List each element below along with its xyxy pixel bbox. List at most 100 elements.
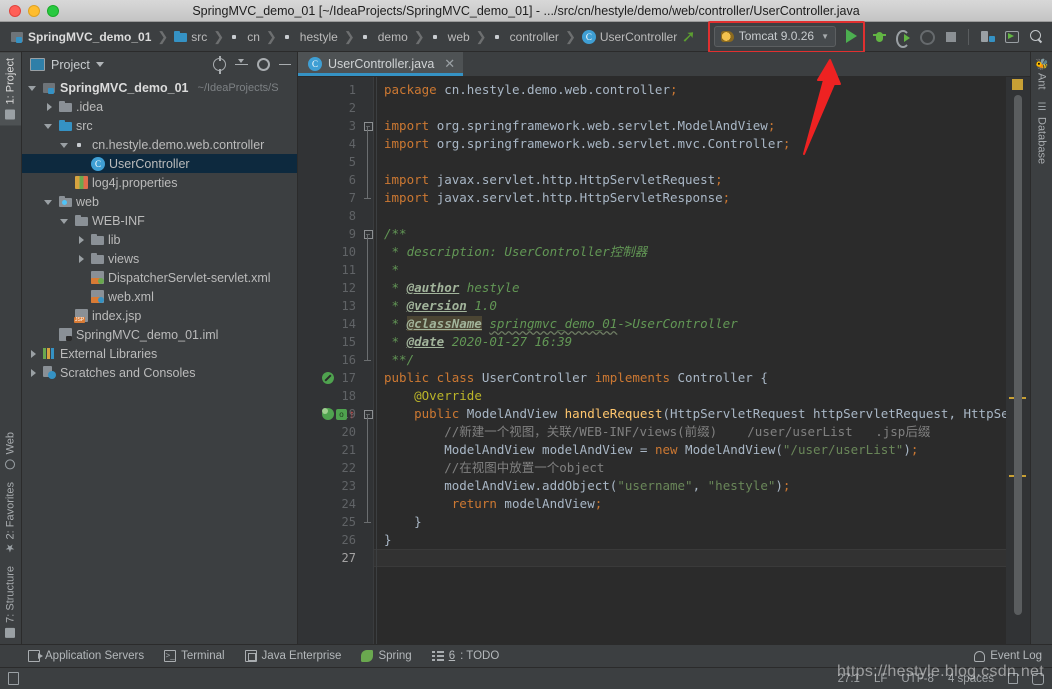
tree-node-usercontroller[interactable]: UserController	[22, 154, 297, 173]
event-log-button[interactable]: Event Log	[974, 650, 1042, 662]
tree-node-lib[interactable]: lib	[22, 230, 297, 249]
run-button[interactable]	[846, 29, 857, 43]
breadcrumb-item-usercontroller[interactable]: UserController	[579, 26, 680, 48]
back-arrow-icon[interactable]: ➚	[681, 28, 695, 45]
bottom-tool-java-enterprise[interactable]: Java Enterprise	[244, 650, 341, 662]
stop-button[interactable]	[941, 26, 961, 48]
code-line: public ModelAndView handleRequest(HttpSe…	[414, 406, 1006, 421]
minimize-window-button[interactable]	[28, 4, 40, 17]
attach-profiler-button[interactable]	[917, 26, 937, 48]
tree-node-log4j-properties[interactable]: log4j.properties	[22, 173, 297, 192]
window-controls[interactable]	[9, 4, 59, 17]
event-log-icon	[974, 650, 986, 662]
line-separator[interactable]: LF	[874, 673, 887, 685]
file-encoding[interactable]: UTF-8	[901, 673, 934, 685]
error-marker-bar[interactable]	[1006, 77, 1030, 644]
tree-node-index-jsp[interactable]: index.jsp	[22, 306, 297, 325]
run-with-coverage-button[interactable]	[893, 26, 913, 48]
overriding-method-icon[interactable]	[322, 408, 334, 420]
fold-open-icon[interactable]: −	[363, 405, 373, 423]
implemented-interface-icon[interactable]	[322, 372, 334, 384]
line-number: 23	[341, 479, 356, 493]
chevron-closed-icon[interactable]	[28, 367, 39, 378]
tree-node-views[interactable]: views	[22, 249, 297, 268]
tree-node-cn-hestyle-demo-web-controller[interactable]: cn.hestyle.demo.web.controller	[22, 135, 297, 154]
tree-node-web[interactable]: web	[22, 192, 297, 211]
chevron-closed-icon[interactable]	[44, 101, 55, 112]
search-everywhere-button[interactable]	[1026, 26, 1046, 48]
chevron-open-icon[interactable]	[44, 120, 55, 131]
bottom-tool-todo[interactable]: 6: TODO	[431, 650, 499, 662]
document-icon[interactable]	[8, 672, 19, 685]
chevron-down-icon[interactable]: ▼	[821, 32, 829, 41]
gutter-marker[interactable]: o ↑	[322, 405, 356, 423]
sidebar-item-ant[interactable]: 🐝 Ant	[1031, 52, 1052, 96]
fold-open-icon[interactable]: −	[363, 225, 373, 243]
tree-node-label: views	[108, 251, 140, 266]
hide-icon[interactable]	[279, 63, 291, 66]
bottom-tool-terminal[interactable]: Terminal	[164, 650, 225, 662]
tree-node-external-libraries[interactable]: External Libraries	[22, 344, 297, 363]
breadcrumb-item-cn[interactable]: cn	[227, 26, 263, 48]
project-structure-button[interactable]	[978, 26, 998, 48]
tree-node-springmvc-demo-01-iml[interactable]: SpringMVC_demo_01.iml	[22, 325, 297, 344]
tree-node-src[interactable]: src	[22, 116, 297, 135]
sidebar-item-project[interactable]: 1: Project	[0, 52, 21, 126]
breadcrumb-item-controller[interactable]: controller	[490, 26, 562, 48]
bottom-tool-application-servers[interactable]: Application Servers	[28, 650, 144, 662]
gear-icon[interactable]	[257, 58, 270, 71]
collapse-all-icon[interactable]	[235, 58, 248, 71]
tab-usercontroller-java[interactable]: UserController.java ✕	[298, 52, 464, 76]
caret-position[interactable]: 27:1	[838, 673, 860, 685]
locate-icon[interactable]	[213, 56, 226, 74]
inspection-status-icon[interactable]	[1012, 79, 1023, 90]
sidebar-item-web[interactable]: Web	[0, 426, 21, 475]
breadcrumb-item-web[interactable]: web	[428, 26, 473, 48]
code-text[interactable]: package cn.hestyle.demo.web.controller; …	[374, 77, 1006, 644]
breadcrumb-item-springmvc-demo-01[interactable]: SpringMVC_demo_01	[8, 26, 154, 48]
tree-node-springmvc-demo-01[interactable]: SpringMVC_demo_01 ~/IdeaProjects/S	[22, 78, 297, 97]
code-folding-gutter[interactable]: − − −	[362, 77, 374, 644]
sidebar-item-database[interactable]: ☰ Database	[1031, 96, 1052, 170]
line-number: 2	[348, 101, 356, 115]
implementing-method-icon[interactable]: o	[336, 408, 347, 420]
chevron-closed-icon[interactable]	[28, 348, 39, 359]
breadcrumb-item-src[interactable]: src	[171, 26, 210, 48]
preview-button[interactable]	[1002, 26, 1022, 48]
run-configuration-selector[interactable]: Tomcat 9.0.26 ▼	[713, 25, 836, 47]
sidebar-item-favorites[interactable]: ★ 2: Favorites	[0, 476, 21, 560]
tree-node-path: ~/IdeaProjects/S	[197, 81, 279, 94]
gutter-marker[interactable]	[322, 369, 356, 387]
indent-setting[interactable]: 4 spaces	[948, 673, 994, 685]
java-class-icon	[91, 156, 105, 171]
bottom-tool-spring[interactable]: Spring	[361, 650, 412, 662]
close-window-button[interactable]	[9, 4, 21, 17]
lock-icon[interactable]	[1008, 673, 1018, 684]
chevron-open-icon[interactable]	[28, 82, 39, 93]
tree-node--idea[interactable]: .idea	[22, 97, 297, 116]
breadcrumb-label: cn	[247, 29, 260, 44]
chevron-open-icon[interactable]	[60, 215, 71, 226]
maximize-window-button[interactable]	[47, 4, 59, 17]
chevron-closed-icon[interactable]	[76, 234, 87, 245]
sidebar-item-structure[interactable]: 7: Structure	[0, 560, 21, 644]
debug-button[interactable]	[869, 26, 889, 48]
tree-node-web-xml[interactable]: web.xml	[22, 287, 297, 306]
close-icon[interactable]: ✕	[444, 56, 455, 72]
chevron-open-icon[interactable]	[60, 139, 71, 150]
tree-node-dispatcherservlet-servlet-xml[interactable]: DispatcherServlet-servlet.xml	[22, 268, 297, 287]
editor-scrollbar[interactable]	[1014, 95, 1022, 615]
breadcrumb-item-hestyle[interactable]: hestyle	[280, 26, 341, 48]
face-icon[interactable]	[1032, 672, 1044, 685]
tree-node-scratches-and-consoles[interactable]: Scratches and Consoles	[22, 363, 297, 382]
project-tree[interactable]: SpringMVC_demo_01 ~/IdeaProjects/S .idea sr…	[22, 77, 297, 644]
editor-gutter[interactable]: 1 2 3 4 5 6 7 8 9 10 11 12 13 14 15 16 17 18 19 20 21 22 23 24 2…	[298, 77, 362, 644]
breadcrumb[interactable]: SpringMVC_demo_01 ❯ src ❯ cn ❯ hestyle ❯ demo ❯ we…	[0, 22, 680, 51]
chevron-closed-icon[interactable]	[76, 253, 87, 264]
fold-open-icon[interactable]: −	[363, 117, 373, 135]
breadcrumb-item-demo[interactable]: demo	[358, 26, 411, 48]
tree-node-web-inf[interactable]: WEB-INF	[22, 211, 297, 230]
chevron-down-icon[interactable]	[95, 62, 104, 67]
chevron-open-icon[interactable]	[44, 196, 55, 207]
tree-node-label: WEB-INF	[92, 213, 145, 228]
